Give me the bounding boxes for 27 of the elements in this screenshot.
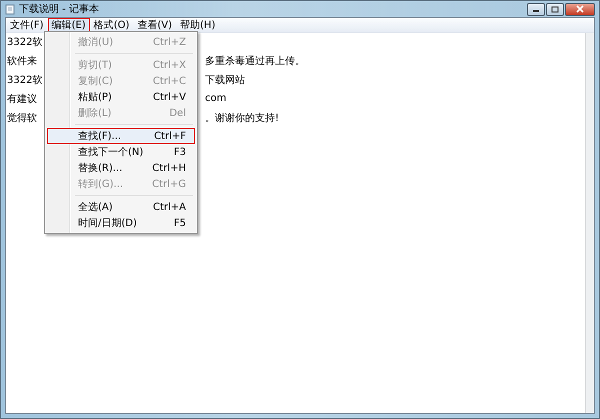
menu-item[interactable]: 时间/日期(D) F5	[47, 215, 195, 231]
close-icon	[576, 5, 584, 13]
document-text: 有建议	[7, 92, 38, 106]
maximize-icon	[551, 6, 559, 12]
document-text: 3322软	[7, 74, 43, 86]
document-text: 觉得软	[7, 112, 38, 124]
menu-item[interactable]: 查找(F)... Ctrl+F	[47, 128, 195, 144]
document-text: 多重杀毒通过再上传。	[205, 54, 305, 68]
menu-bar-item[interactable]: 帮助(H)	[176, 18, 220, 32]
menu-bar-item[interactable]: 格式(O)	[90, 18, 134, 32]
close-button[interactable]	[565, 2, 595, 16]
menu-bar-item[interactable]: 编辑(E)	[48, 18, 90, 32]
menu-item[interactable]: 查找下一个(N) F3	[47, 144, 195, 160]
minimize-button[interactable]	[527, 2, 545, 16]
document-text: 3322软	[7, 36, 43, 48]
menu-item[interactable]: 粘贴(P) Ctrl+V	[47, 89, 195, 105]
document-text: com	[205, 93, 226, 104]
menu-item[interactable]: 全选(A) Ctrl+A	[47, 199, 195, 215]
menu-item[interactable]: 替换(R)... Ctrl+H	[47, 160, 195, 176]
document-text: 。谢谢你的支持!	[205, 112, 280, 124]
menu-bar-item[interactable]: 文件(F)	[6, 18, 48, 32]
notepad-icon	[5, 4, 15, 14]
window-title: 下载说明 - 记事本	[19, 2, 100, 16]
document-text: 下载网站	[205, 74, 245, 86]
menu-bar-item[interactable]: 查看(V)	[133, 18, 176, 32]
maximize-button[interactable]	[546, 2, 564, 16]
document-text: 软件来	[7, 54, 38, 68]
